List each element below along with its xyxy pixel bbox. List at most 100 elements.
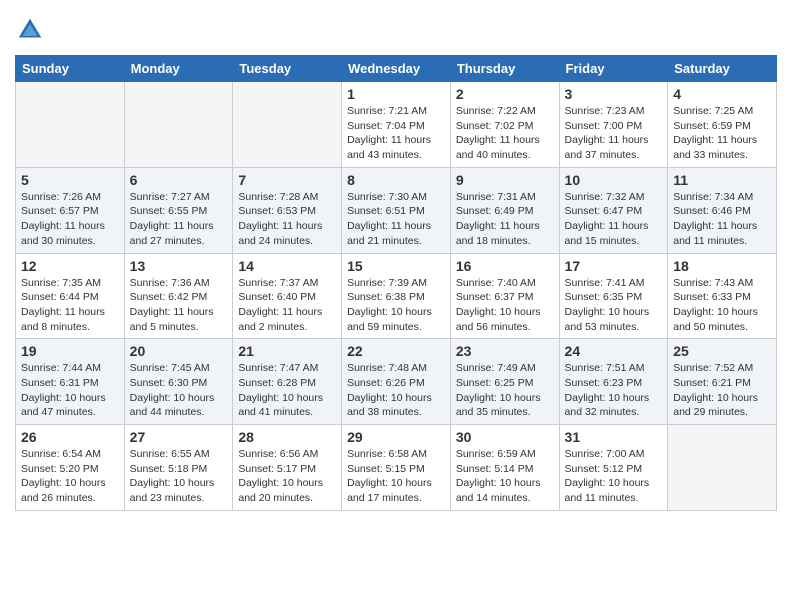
calendar-cell: 10 Sunrise: 7:32 AM Sunset: 6:47 PM Dayli… bbox=[559, 167, 668, 253]
day-info: Sunrise: 7:52 AM Sunset: 6:21 PM Dayligh… bbox=[673, 361, 771, 420]
day-number: 15 bbox=[347, 258, 445, 274]
day-number: 1 bbox=[347, 86, 445, 102]
day-info: Sunrise: 7:22 AM Sunset: 7:02 PM Dayligh… bbox=[456, 104, 554, 163]
day-number: 31 bbox=[565, 429, 663, 445]
day-info: Sunrise: 6:54 AM Sunset: 5:20 PM Dayligh… bbox=[21, 447, 119, 506]
day-info: Sunrise: 7:30 AM Sunset: 6:51 PM Dayligh… bbox=[347, 190, 445, 249]
calendar-cell bbox=[233, 82, 342, 168]
day-number: 28 bbox=[238, 429, 336, 445]
day-number: 7 bbox=[238, 172, 336, 188]
calendar-cell: 13 Sunrise: 7:36 AM Sunset: 6:42 PM Dayli… bbox=[124, 253, 233, 339]
day-info: Sunrise: 7:41 AM Sunset: 6:35 PM Dayligh… bbox=[565, 276, 663, 335]
day-header-thursday: Thursday bbox=[450, 56, 559, 82]
day-number: 20 bbox=[130, 343, 228, 359]
day-info: Sunrise: 7:47 AM Sunset: 6:28 PM Dayligh… bbox=[238, 361, 336, 420]
day-number: 10 bbox=[565, 172, 663, 188]
calendar-cell: 25 Sunrise: 7:52 AM Sunset: 6:21 PM Dayli… bbox=[668, 339, 777, 425]
calendar-cell: 7 Sunrise: 7:28 AM Sunset: 6:53 PM Daylig… bbox=[233, 167, 342, 253]
day-info: Sunrise: 7:40 AM Sunset: 6:37 PM Dayligh… bbox=[456, 276, 554, 335]
day-number: 18 bbox=[673, 258, 771, 274]
day-number: 17 bbox=[565, 258, 663, 274]
day-number: 3 bbox=[565, 86, 663, 102]
day-number: 8 bbox=[347, 172, 445, 188]
day-info: Sunrise: 6:58 AM Sunset: 5:15 PM Dayligh… bbox=[347, 447, 445, 506]
calendar-cell: 22 Sunrise: 7:48 AM Sunset: 6:26 PM Dayli… bbox=[342, 339, 451, 425]
day-number: 23 bbox=[456, 343, 554, 359]
day-info: Sunrise: 7:34 AM Sunset: 6:46 PM Dayligh… bbox=[673, 190, 771, 249]
day-number: 11 bbox=[673, 172, 771, 188]
day-info: Sunrise: 7:26 AM Sunset: 6:57 PM Dayligh… bbox=[21, 190, 119, 249]
calendar-cell: 21 Sunrise: 7:47 AM Sunset: 6:28 PM Dayli… bbox=[233, 339, 342, 425]
days-header-row: SundayMondayTuesdayWednesdayThursdayFrid… bbox=[16, 56, 777, 82]
day-info: Sunrise: 7:49 AM Sunset: 6:25 PM Dayligh… bbox=[456, 361, 554, 420]
page-header bbox=[15, 15, 777, 45]
day-info: Sunrise: 7:48 AM Sunset: 6:26 PM Dayligh… bbox=[347, 361, 445, 420]
calendar-week-row: 12Sunrise: 7:35 AM Sunset: 6:44 PM Dayli… bbox=[16, 253, 777, 339]
day-info: Sunrise: 6:59 AM Sunset: 5:14 PM Dayligh… bbox=[456, 447, 554, 506]
day-number: 25 bbox=[673, 343, 771, 359]
calendar-cell: 18 Sunrise: 7:43 AM Sunset: 6:33 PM Dayli… bbox=[668, 253, 777, 339]
calendar-week-row: 26 Sunrise: 6:54 AM Sunset: 5:20 PM Dayli… bbox=[16, 425, 777, 511]
day-number: 29 bbox=[347, 429, 445, 445]
calendar-cell: 30 Sunrise: 6:59 AM Sunset: 5:14 PM Dayli… bbox=[450, 425, 559, 511]
calendar-week-row: 1 Sunrise: 7:21 AM Sunset: 7:04 PM Daylig… bbox=[16, 82, 777, 168]
calendar-cell: 31 Sunrise: 7:00 AM Sunset: 5:12 PM Dayli… bbox=[559, 425, 668, 511]
calendar-cell: 23 Sunrise: 7:49 AM Sunset: 6:25 PM Dayli… bbox=[450, 339, 559, 425]
day-number: 5 bbox=[21, 172, 119, 188]
calendar-cell: 29 Sunrise: 6:58 AM Sunset: 5:15 PM Dayli… bbox=[342, 425, 451, 511]
day-number: 26 bbox=[21, 429, 119, 445]
day-number: 19 bbox=[21, 343, 119, 359]
calendar-cell: 4 Sunrise: 7:25 AM Sunset: 6:59 PM Daylig… bbox=[668, 82, 777, 168]
day-info: Sunrise: 7:25 AM Sunset: 6:59 PM Dayligh… bbox=[673, 104, 771, 163]
calendar-week-row: 5 Sunrise: 7:26 AM Sunset: 6:57 PM Daylig… bbox=[16, 167, 777, 253]
day-header-saturday: Saturday bbox=[668, 56, 777, 82]
day-info: Sunrise: 7:28 AM Sunset: 6:53 PM Dayligh… bbox=[238, 190, 336, 249]
day-number: 6 bbox=[130, 172, 228, 188]
day-info: Sunrise: 7:21 AM Sunset: 7:04 PM Dayligh… bbox=[347, 104, 445, 163]
day-number: 9 bbox=[456, 172, 554, 188]
calendar-cell: 27 Sunrise: 6:55 AM Sunset: 5:18 PM Dayli… bbox=[124, 425, 233, 511]
day-info: Sunrise: 7:35 AM Sunset: 6:44 PM Dayligh… bbox=[21, 276, 119, 335]
calendar-cell: 20 Sunrise: 7:45 AM Sunset: 6:30 PM Dayli… bbox=[124, 339, 233, 425]
calendar-table: SundayMondayTuesdayWednesdayThursdayFrid… bbox=[15, 55, 777, 511]
calendar-cell bbox=[124, 82, 233, 168]
day-header-sunday: Sunday bbox=[16, 56, 125, 82]
day-info: Sunrise: 7:23 AM Sunset: 7:00 PM Dayligh… bbox=[565, 104, 663, 163]
calendar-cell: 17 Sunrise: 7:41 AM Sunset: 6:35 PM Dayli… bbox=[559, 253, 668, 339]
day-header-tuesday: Tuesday bbox=[233, 56, 342, 82]
logo bbox=[15, 15, 49, 45]
day-info: Sunrise: 7:00 AM Sunset: 5:12 PM Dayligh… bbox=[565, 447, 663, 506]
day-number: 13 bbox=[130, 258, 228, 274]
day-number: 27 bbox=[130, 429, 228, 445]
day-info: Sunrise: 6:55 AM Sunset: 5:18 PM Dayligh… bbox=[130, 447, 228, 506]
day-info: Sunrise: 7:51 AM Sunset: 6:23 PM Dayligh… bbox=[565, 361, 663, 420]
calendar-cell bbox=[16, 82, 125, 168]
day-number: 21 bbox=[238, 343, 336, 359]
calendar-cell: 9Sunrise: 7:31 AM Sunset: 6:49 PM Daylig… bbox=[450, 167, 559, 253]
calendar-cell: 12Sunrise: 7:35 AM Sunset: 6:44 PM Dayli… bbox=[16, 253, 125, 339]
logo-icon bbox=[15, 15, 45, 45]
day-info: Sunrise: 7:43 AM Sunset: 6:33 PM Dayligh… bbox=[673, 276, 771, 335]
day-info: Sunrise: 6:56 AM Sunset: 5:17 PM Dayligh… bbox=[238, 447, 336, 506]
day-number: 22 bbox=[347, 343, 445, 359]
day-number: 30 bbox=[456, 429, 554, 445]
day-info: Sunrise: 7:39 AM Sunset: 6:38 PM Dayligh… bbox=[347, 276, 445, 335]
calendar-cell: 14Sunrise: 7:37 AM Sunset: 6:40 PM Dayli… bbox=[233, 253, 342, 339]
calendar-cell: 2Sunrise: 7:22 AM Sunset: 7:02 PM Daylig… bbox=[450, 82, 559, 168]
day-info: Sunrise: 7:44 AM Sunset: 6:31 PM Dayligh… bbox=[21, 361, 119, 420]
day-number: 4 bbox=[673, 86, 771, 102]
day-info: Sunrise: 7:32 AM Sunset: 6:47 PM Dayligh… bbox=[565, 190, 663, 249]
calendar-cell: 5 Sunrise: 7:26 AM Sunset: 6:57 PM Daylig… bbox=[16, 167, 125, 253]
calendar-week-row: 19 Sunrise: 7:44 AM Sunset: 6:31 PM Dayli… bbox=[16, 339, 777, 425]
calendar-cell: 26 Sunrise: 6:54 AM Sunset: 5:20 PM Dayli… bbox=[16, 425, 125, 511]
day-info: Sunrise: 7:45 AM Sunset: 6:30 PM Dayligh… bbox=[130, 361, 228, 420]
day-number: 14 bbox=[238, 258, 336, 274]
day-info: Sunrise: 7:36 AM Sunset: 6:42 PM Dayligh… bbox=[130, 276, 228, 335]
day-header-wednesday: Wednesday bbox=[342, 56, 451, 82]
calendar-cell: 16Sunrise: 7:40 AM Sunset: 6:37 PM Dayli… bbox=[450, 253, 559, 339]
calendar-cell bbox=[668, 425, 777, 511]
calendar-cell: 8 Sunrise: 7:30 AM Sunset: 6:51 PM Daylig… bbox=[342, 167, 451, 253]
day-header-monday: Monday bbox=[124, 56, 233, 82]
calendar-cell: 28 Sunrise: 6:56 AM Sunset: 5:17 PM Dayli… bbox=[233, 425, 342, 511]
calendar-cell: 11 Sunrise: 7:34 AM Sunset: 6:46 PM Dayli… bbox=[668, 167, 777, 253]
